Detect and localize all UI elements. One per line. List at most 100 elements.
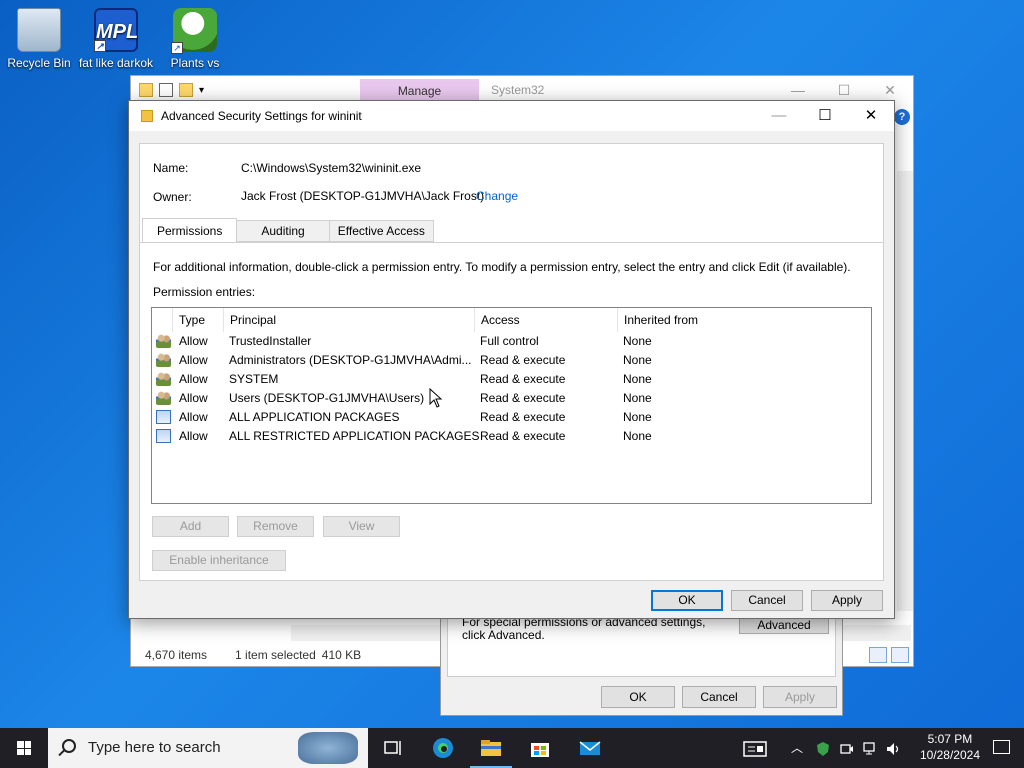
- properties-icon[interactable]: [159, 83, 173, 97]
- file-explorer-icon[interactable]: [479, 736, 503, 760]
- remove-button[interactable]: Remove: [237, 516, 314, 537]
- close-icon[interactable]: ✕: [848, 101, 894, 131]
- owner-value: Jack Frost (DESKTOP-G1JMVHA\Jack Frost): [241, 189, 485, 203]
- table-row[interactable]: Allow ALL RESTRICTED APPLICATION PACKAGE…: [152, 427, 871, 446]
- properties-ok-button[interactable]: OK: [601, 686, 675, 708]
- row-access: Full control: [480, 334, 539, 348]
- meet-now-icon[interactable]: [840, 728, 854, 768]
- desktop-icon-label: Plants vs: [170, 56, 220, 70]
- tab-effective-access[interactable]: Effective Access: [328, 220, 434, 242]
- column-access[interactable]: Access: [474, 308, 617, 332]
- start-button[interactable]: [0, 728, 48, 768]
- row-access: Read & execute: [480, 410, 566, 424]
- large-icons-view-icon[interactable]: [891, 647, 909, 663]
- tab-auditing[interactable]: Auditing: [236, 220, 330, 242]
- column-inherited-from[interactable]: Inherited from: [617, 308, 871, 332]
- package-icon: [156, 410, 171, 424]
- users-icon: [156, 372, 171, 386]
- users-icon: [156, 391, 171, 405]
- desktop-icon-label: Recycle Bin: [7, 56, 71, 70]
- mpl-shortcut-icon: MPL ↗: [94, 8, 138, 52]
- row-principal: TrustedInstaller: [229, 334, 312, 348]
- help-icon[interactable]: ?: [894, 109, 910, 125]
- defender-icon[interactable]: [816, 728, 830, 768]
- row-type: Allow: [179, 372, 208, 386]
- row-principal: SYSTEM: [229, 372, 279, 386]
- store-icon[interactable]: [528, 736, 552, 760]
- row-inherited: None: [623, 353, 652, 367]
- add-button[interactable]: Add: [152, 516, 229, 537]
- column-type[interactable]: Type: [172, 308, 223, 332]
- properties-cancel-button[interactable]: Cancel: [682, 686, 756, 708]
- row-principal: Users (DESKTOP-G1JMVHA\Users): [229, 391, 425, 405]
- row-inherited: None: [623, 429, 652, 443]
- table-row[interactable]: Allow ALL APPLICATION PACKAGES Read & ex…: [152, 408, 871, 427]
- maximize-icon[interactable]: ☐: [802, 101, 848, 131]
- desktop-icon-plants-vs[interactable]: ↗ Plants vs: [157, 4, 233, 70]
- clock-time: 5:07 PM: [927, 732, 973, 746]
- column-principal[interactable]: Principal: [223, 308, 474, 332]
- row-inherited: None: [623, 372, 652, 386]
- selection-size: 410 KB: [321, 648, 362, 662]
- show-hidden-icons-icon[interactable]: ︿: [791, 728, 803, 768]
- desktop-icon-label: fat like darkok: [78, 56, 154, 70]
- mail-icon[interactable]: [578, 736, 602, 760]
- table-row[interactable]: Allow SYSTEM Read & execute None: [152, 370, 871, 389]
- task-view-icon[interactable]: [381, 736, 405, 760]
- recycle-bin-icon: [17, 8, 61, 52]
- row-type: Allow: [179, 334, 208, 348]
- advanced-security-dialog[interactable]: Advanced Security Settings for wininit —…: [128, 100, 895, 619]
- table-row[interactable]: Allow Administrators (DESKTOP-G1JMVHA\Ad…: [152, 351, 871, 370]
- row-type: Allow: [179, 429, 208, 443]
- name-label: Name:: [153, 161, 189, 175]
- desktop-icon-recycle-bin[interactable]: Recycle Bin: [1, 4, 77, 70]
- row-type: Allow: [179, 353, 208, 367]
- taskbar-clock[interactable]: 5:07 PM 10/28/2024: [920, 731, 980, 763]
- row-access: Read & execute: [480, 353, 566, 367]
- clock-date: 10/28/2024: [919, 748, 980, 762]
- shortcut-arrow-icon: ↗: [94, 40, 106, 52]
- dialog-titlebar[interactable]: Advanced Security Settings for wininit —…: [129, 101, 894, 131]
- permission-entries-label: Permission entries:: [153, 285, 256, 299]
- dialog-panel: Name: C:\Windows\System32\wininit.exe Ow…: [139, 143, 884, 581]
- minimize-icon[interactable]: —: [756, 101, 802, 131]
- shortcut-arrow-icon: ↗: [171, 42, 183, 54]
- customize-toolbar-icon[interactable]: ▾: [199, 85, 204, 96]
- ok-button[interactable]: OK: [651, 590, 723, 611]
- change-owner-link[interactable]: Change: [476, 189, 518, 203]
- properties-dialog[interactable]: For special permissions or advanced sett…: [440, 612, 843, 716]
- mouse-cursor-icon: [429, 388, 443, 408]
- news-widget-icon[interactable]: [743, 728, 767, 768]
- taskbar-search-box[interactable]: Type here to search: [48, 728, 368, 768]
- plants-vs-zombies-icon: ↗: [171, 8, 217, 54]
- volume-icon[interactable]: [886, 728, 902, 768]
- table-row[interactable]: Allow Users (DESKTOP-G1JMVHA\Users) Read…: [152, 389, 871, 408]
- tab-bar: Permissions Auditing Effective Access: [142, 218, 434, 242]
- list-header: Type Principal Access Inherited from: [152, 308, 871, 332]
- properties-apply-button[interactable]: Apply: [763, 686, 837, 708]
- network-icon[interactable]: [863, 728, 879, 768]
- notifications-icon[interactable]: [993, 740, 1010, 754]
- tab-permissions[interactable]: Permissions: [142, 218, 238, 242]
- selection-count: 1 item selected: [235, 648, 316, 662]
- row-access: Read & execute: [480, 391, 566, 405]
- new-folder-icon[interactable]: [179, 83, 193, 97]
- row-principal: Administrators (DESKTOP-G1JMVHA\Admi...: [229, 353, 472, 367]
- view-button[interactable]: View: [323, 516, 400, 537]
- item-count: 4,670 items: [145, 648, 208, 662]
- apply-button[interactable]: Apply: [811, 590, 883, 611]
- desktop-icon-fat-like-darkok[interactable]: MPL ↗ fat like darkok: [78, 4, 154, 70]
- vertical-scrollbar[interactable]: [897, 171, 913, 611]
- advanced-note: For special permissions or advanced sett…: [462, 615, 706, 642]
- edge-icon[interactable]: [431, 736, 455, 760]
- enable-inheritance-button[interactable]: Enable inheritance: [152, 550, 286, 571]
- row-inherited: None: [623, 334, 652, 348]
- table-row[interactable]: Allow TrustedInstaller Full control None: [152, 332, 871, 351]
- folder-icon: [139, 83, 153, 97]
- permission-entries-list[interactable]: Type Principal Access Inherited from All…: [151, 307, 872, 504]
- cancel-button[interactable]: Cancel: [731, 590, 803, 611]
- row-inherited: None: [623, 391, 652, 405]
- row-access: Read & execute: [480, 372, 566, 386]
- details-view-icon[interactable]: [869, 647, 887, 663]
- tab-divider: [140, 242, 883, 243]
